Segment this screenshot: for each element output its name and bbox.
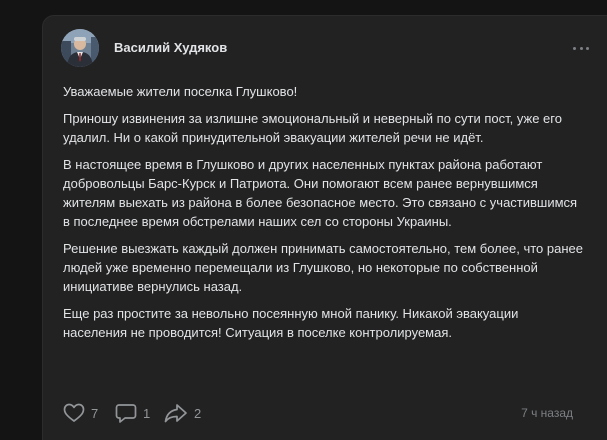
heart-icon — [63, 403, 85, 422]
post-actions: 7 1 2 7 ч назад — [63, 402, 583, 426]
post-card: Василий Худяков Уважаемые жители поселка… — [42, 15, 607, 440]
post-paragraph: Приношу извинения за излишне эмоциональн… — [63, 111, 562, 145]
post-timestamp[interactable]: 7 ч назад — [521, 406, 573, 420]
post-paragraph: Решение выезжать каждый должен принимать… — [63, 241, 583, 294]
share-button[interactable]: 2 — [164, 402, 201, 424]
share-count: 2 — [194, 405, 202, 421]
post-paragraph: Еще раз простите за невольно посеянную м… — [63, 306, 519, 340]
comment-icon — [115, 404, 137, 423]
share-icon — [164, 404, 187, 423]
user-photo-icon — [61, 29, 99, 67]
comment-button[interactable]: 1 — [115, 402, 150, 424]
more-horizontal-icon-dot — [586, 47, 589, 50]
author-name[interactable]: Василий Худяков — [114, 40, 227, 55]
more-horizontal-icon-dot — [579, 47, 583, 50]
like-button[interactable]: 7 — [63, 402, 98, 424]
post-paragraph: Уважаемые жители поселка Глушково! — [63, 84, 298, 99]
post-paragraph: В настоящее время в Глушково и других на… — [63, 157, 578, 229]
more-horizontal-icon — [573, 47, 576, 50]
author-avatar[interactable] — [61, 29, 99, 67]
like-count: 7 — [91, 405, 99, 421]
post-text: Уважаемые жители поселка Глушково! Прино… — [63, 82, 583, 350]
comment-count: 1 — [143, 405, 151, 421]
post-header: Василий Худяков — [61, 29, 591, 69]
more-options-button[interactable] — [571, 39, 591, 59]
